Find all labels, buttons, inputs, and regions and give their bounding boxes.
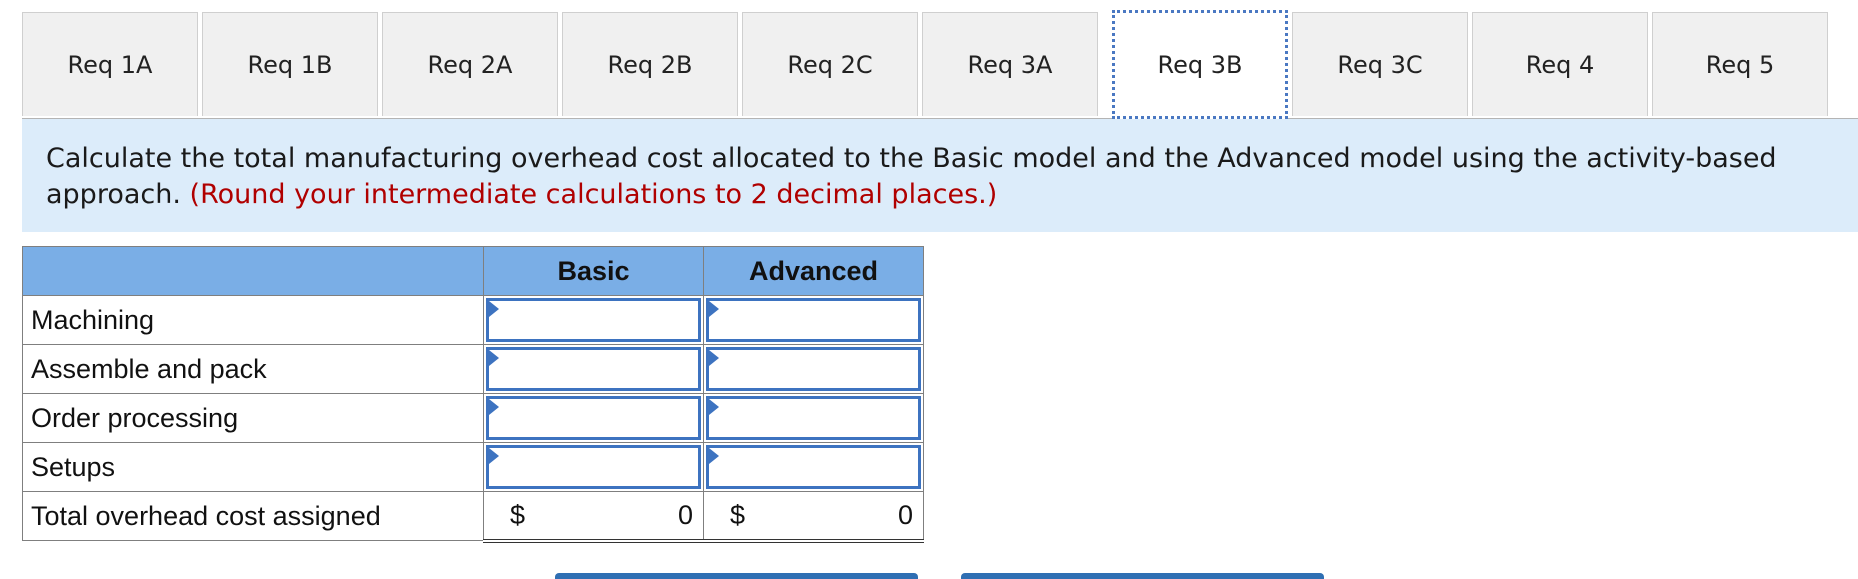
flag-icon: [489, 301, 499, 317]
flag-icon: [709, 350, 719, 366]
total-advanced-value: $ 0: [703, 491, 924, 543]
tab-req-3a[interactable]: Req 3A: [922, 12, 1098, 116]
previous-button[interactable]: [555, 573, 918, 579]
tab-req-2c[interactable]: Req 2C: [742, 12, 918, 116]
flag-icon: [489, 448, 499, 464]
order-processing-advanced-input[interactable]: [703, 393, 924, 443]
order-processing-basic-input[interactable]: [483, 393, 704, 443]
row-label-machining: Machining: [22, 295, 484, 345]
tab-req-2b[interactable]: Req 2B: [562, 12, 738, 116]
setups-advanced-input[interactable]: [703, 442, 924, 492]
input-box[interactable]: [486, 396, 701, 440]
total-basic-value: $ 0: [483, 491, 704, 543]
machining-advanced-input[interactable]: [703, 295, 924, 345]
input-box[interactable]: [706, 298, 921, 342]
total-row: Total overhead cost assigned $ 0 $ 0: [22, 491, 924, 543]
overhead-allocation-table: Basic Advanced Machining Assemble and pa…: [22, 246, 924, 543]
row-label-order-processing: Order processing: [22, 393, 484, 443]
tab-req-3c[interactable]: Req 3C: [1292, 12, 1468, 116]
input-box[interactable]: [486, 347, 701, 391]
table-row: Assemble and pack: [22, 344, 924, 394]
flag-icon: [709, 399, 719, 415]
flag-icon: [489, 399, 499, 415]
machining-basic-input[interactable]: [483, 295, 704, 345]
currency-symbol: $: [510, 499, 526, 530]
table-row: Machining: [22, 295, 924, 345]
flag-icon: [489, 350, 499, 366]
tab-req-2a[interactable]: Req 2A: [382, 12, 558, 116]
column-header-advanced: Advanced: [703, 246, 924, 296]
row-label-total: Total overhead cost assigned: [22, 491, 484, 541]
currency-symbol: $: [730, 499, 746, 530]
input-box[interactable]: [486, 445, 701, 489]
tab-req-1a[interactable]: Req 1A: [22, 12, 198, 116]
rounding-note: (Round your intermediate calculations to…: [189, 179, 998, 210]
tab-req-5[interactable]: Req 5: [1652, 12, 1828, 116]
flag-icon: [709, 301, 719, 317]
input-box[interactable]: [486, 298, 701, 342]
instructions-panel: Calculate the total manufacturing overhe…: [22, 119, 1858, 232]
tab-req-4[interactable]: Req 4: [1472, 12, 1648, 116]
assemble-advanced-input[interactable]: [703, 344, 924, 394]
requirement-tabs: Req 1A Req 1B Req 2A Req 2B Req 2C Req 3…: [22, 10, 1858, 119]
tab-req-3b[interactable]: Req 3B: [1112, 10, 1288, 119]
header-blank: [22, 246, 484, 296]
row-label-assemble-pack: Assemble and pack: [22, 344, 484, 394]
flag-icon: [709, 448, 719, 464]
table-row: Setups: [22, 442, 924, 492]
table-header-row: Basic Advanced: [22, 246, 924, 296]
row-label-setups: Setups: [22, 442, 484, 492]
total-advanced-amount: 0: [897, 499, 913, 530]
tab-req-1b[interactable]: Req 1B: [202, 12, 378, 116]
input-box[interactable]: [706, 347, 921, 391]
table-row: Order processing: [22, 393, 924, 443]
next-button[interactable]: [961, 573, 1324, 579]
column-header-basic: Basic: [483, 246, 704, 296]
assemble-basic-input[interactable]: [483, 344, 704, 394]
input-box[interactable]: [706, 445, 921, 489]
total-basic-amount: 0: [677, 499, 693, 530]
input-box[interactable]: [706, 396, 921, 440]
setups-basic-input[interactable]: [483, 442, 704, 492]
